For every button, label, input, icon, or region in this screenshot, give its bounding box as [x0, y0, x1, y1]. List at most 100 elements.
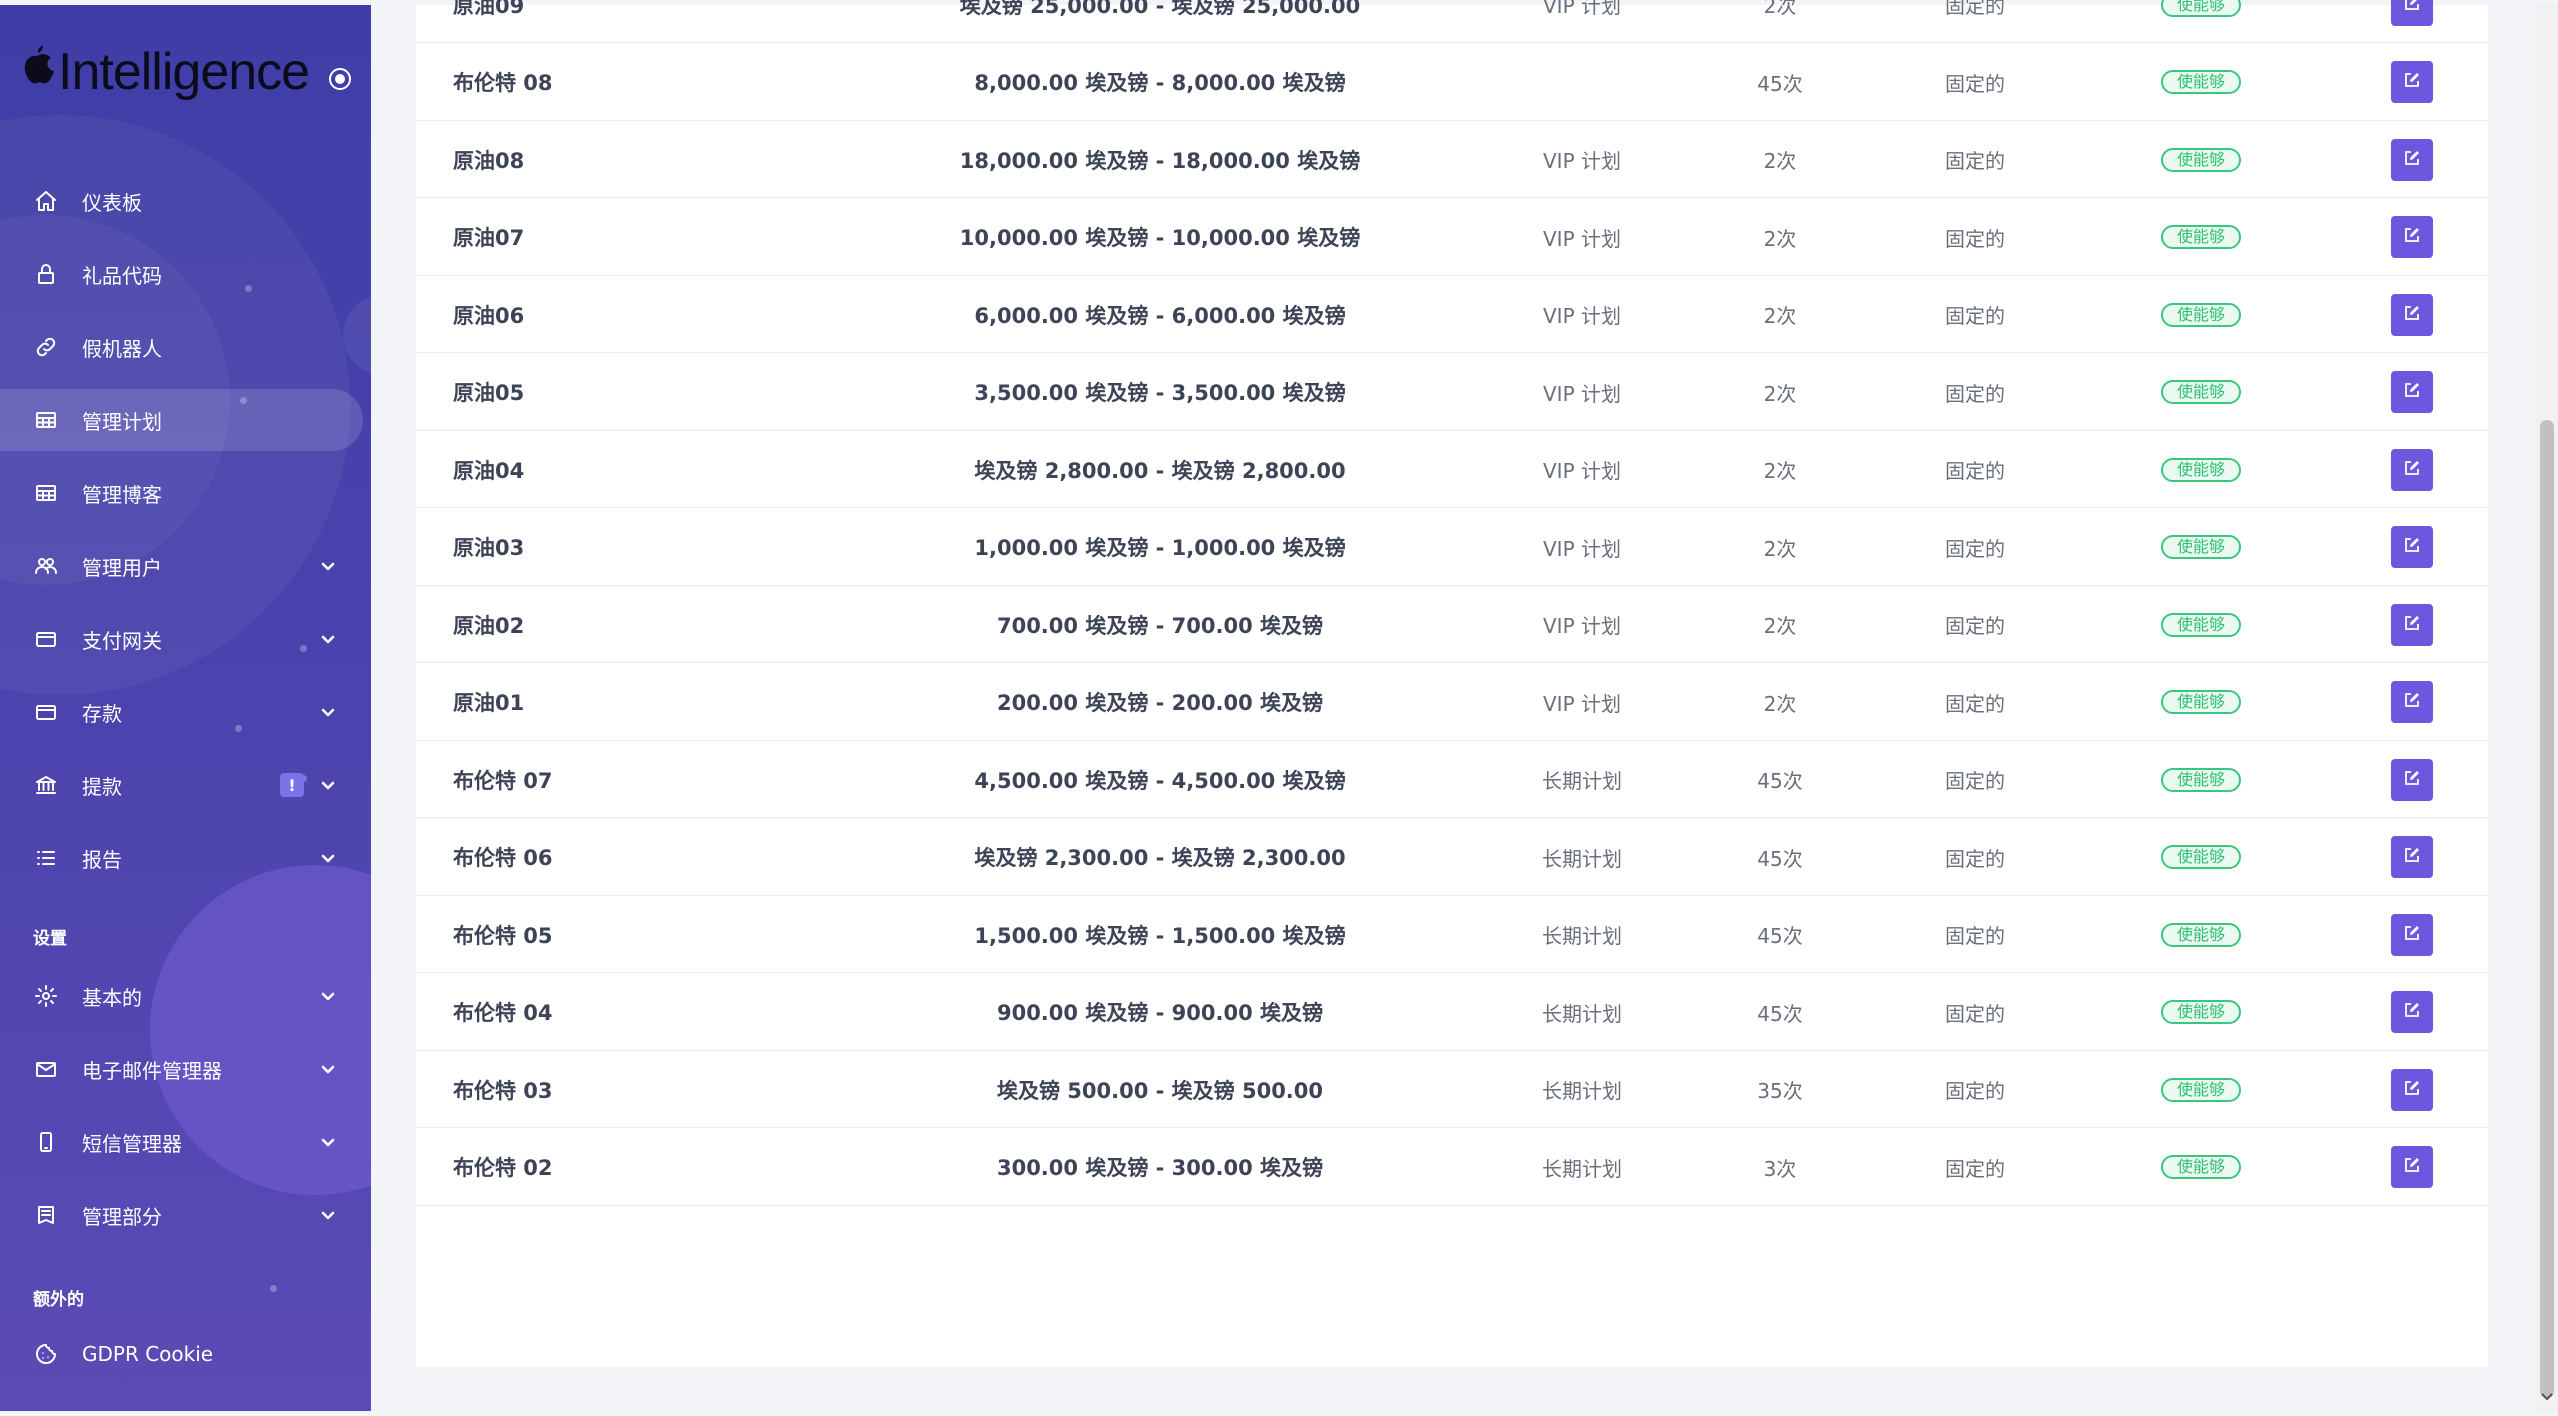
sidebar-item-label: 提款 — [82, 774, 122, 799]
edit-plan-button[interactable] — [2391, 371, 2433, 413]
extra-heading: 额外的 — [33, 1290, 84, 1310]
action-cell — [2391, 354, 2433, 431]
action-cell — [2391, 819, 2433, 896]
edit-plan-button[interactable] — [2391, 448, 2433, 491]
status-badge: 使能够 — [2160, 922, 2242, 947]
sidebar-settings_items-0[interactable]: 基本的 — [0, 965, 363, 1027]
sidebar-item-label: 管理博客 — [82, 482, 162, 507]
plan-type: VIP 计划 — [1543, 226, 1621, 251]
brand-logo[interactable]: Intelligence — [16, 37, 352, 107]
edit-plan-button[interactable] — [2391, 216, 2433, 258]
status-badge: 使能够 — [2160, 1000, 2242, 1024]
status-badge: 使能够 — [2160, 612, 2242, 637]
status-badge: 使能够 — [2160, 845, 2242, 869]
edit-plan-button[interactable] — [2391, 681, 2433, 723]
edit-plan-button[interactable] — [2391, 61, 2433, 103]
edit-plan-button[interactable] — [2391, 0, 2433, 26]
sidebar-settings_items-3[interactable]: 管理部分 — [0, 1184, 363, 1246]
status-badge: 使能够 — [2160, 225, 2242, 249]
sidebar-items-2[interactable]: 假机器人 — [0, 316, 363, 378]
scrollbar-thumb[interactable] — [2540, 420, 2554, 1398]
plan-name: 布伦特 04 — [453, 1001, 553, 1025]
chevron-down-icon[interactable] — [317, 1204, 339, 1226]
edit-plan-button[interactable] — [2391, 293, 2433, 336]
plan-type: 长期计划 — [1542, 846, 1622, 871]
plan-interest-mode: 固定的 — [1945, 1001, 2005, 1026]
chevron-down-icon[interactable] — [317, 847, 339, 869]
plan-type: VIP 计划 — [1543, 614, 1621, 638]
edit-plan-button[interactable] — [2391, 1146, 2433, 1188]
plan-return-times: 3次 — [1763, 1156, 1797, 1181]
sidebar-settings_items-2[interactable]: 短信管理器 — [0, 1111, 363, 1173]
status-cell: 使能够 — [2160, 586, 2242, 663]
sidebar-toggle-icon[interactable] — [329, 68, 352, 90]
plan-price-range: 埃及镑 2,800.00 - 埃及镑 2,800.00 — [974, 458, 1346, 483]
chevron-down-icon[interactable] — [317, 701, 339, 723]
plan-return-times: 35次 — [1757, 1079, 1803, 1103]
table-row: 原油09 埃及镑 25,000.00 - 埃及镑 25,000.00 VIP 计划 2… — [416, 0, 2488, 43]
plan-type: VIP 计划 — [1543, 304, 1621, 328]
plan-interest-mode: 固定的 — [1945, 769, 2005, 793]
plan-name: 布伦特 05 — [453, 923, 553, 948]
status-cell: 使能够 — [2160, 354, 2242, 431]
plan-return-times: 2次 — [1763, 304, 1797, 328]
edit-plan-button[interactable] — [2391, 603, 2433, 646]
chevron-down-icon[interactable] — [317, 1131, 339, 1153]
plans-table-card: 原油09 埃及镑 25,000.00 - 埃及镑 25,000.00 VIP 计划 2… — [416, 0, 2488, 1367]
action-cell — [2391, 741, 2433, 818]
scroll-down-icon[interactable] — [2540, 1390, 2554, 1404]
chevron-down-icon[interactable] — [317, 628, 339, 650]
sidebar-items-9[interactable]: 报告 — [0, 827, 363, 889]
sidebar-item-label: 存款 — [82, 701, 122, 726]
plan-price-range: 埃及镑 2,300.00 - 埃及镑 2,300.00 — [974, 846, 1346, 870]
status-cell: 使能够 — [2160, 199, 2242, 276]
credit-card-icon — [33, 699, 59, 725]
edit-icon — [2402, 458, 2422, 482]
plan-return-times: 45次 — [1757, 1001, 1803, 1026]
plan-name: 原油04 — [453, 458, 525, 483]
sidebar-items-8[interactable]: 提款! — [0, 754, 363, 816]
mobile-icon — [33, 1129, 59, 1155]
edit-plan-button[interactable] — [2391, 836, 2433, 878]
plan-type: VIP 计划 — [1543, 459, 1621, 483]
sidebar-items-7[interactable]: 存款 — [0, 681, 363, 743]
sidebar-items-3[interactable]: 管理计划 — [0, 389, 363, 451]
sidebar: Intelligence 仪表板礼品代码假机器人管理计划管理博客管理用户支付网关… — [0, 5, 371, 1411]
edit-plan-button[interactable] — [2391, 1068, 2433, 1111]
edit-plan-button[interactable] — [2391, 758, 2433, 801]
sidebar-items-4[interactable]: 管理博客 — [0, 462, 363, 524]
sidebar-extra_items-0[interactable]: GDPR Cookie — [0, 1323, 363, 1385]
plan-name: 原油05 — [453, 381, 525, 405]
table-row: 原油07 10,000.00 埃及镑 - 10,000.00 埃及镑 VIP 计划 2… — [416, 199, 2488, 276]
plan-type: VIP 计划 — [1543, 149, 1621, 173]
chevron-down-icon[interactable] — [317, 1058, 339, 1080]
status-badge: 使能够 — [2160, 302, 2242, 327]
sidebar-items-6[interactable]: 支付网关 — [0, 608, 363, 670]
sidebar-decoration — [270, 1285, 277, 1292]
sidebar-items-0[interactable]: 仪表板 — [0, 170, 363, 232]
table-icon — [33, 407, 59, 433]
edit-plan-button[interactable] — [2391, 913, 2433, 956]
action-cell — [2391, 0, 2433, 43]
plan-type: 长期计划 — [1542, 924, 1622, 948]
edit-plan-button[interactable] — [2391, 138, 2433, 181]
plan-interest-mode: 固定的 — [1945, 459, 2005, 483]
table-row: 布伦特 04 900.00 埃及镑 - 900.00 埃及镑 长期计划 45次 固定的 使… — [416, 974, 2488, 1051]
sidebar-items-1[interactable]: 礼品代码 — [0, 243, 363, 305]
plan-interest-mode: 固定的 — [1945, 614, 2005, 638]
sidebar-settings_items-1[interactable]: 电子邮件管理器 — [0, 1038, 363, 1100]
chevron-down-icon[interactable] — [317, 774, 339, 796]
table-row: 原油08 18,000.00 埃及镑 - 18,000.00 埃及镑 VIP 计划 2… — [416, 121, 2488, 198]
sidebar-items-5[interactable]: 管理用户 — [0, 535, 363, 597]
plan-return-times: 45次 — [1757, 924, 1803, 948]
plan-name: 原油08 — [453, 148, 525, 173]
plan-name: 原油03 — [453, 536, 525, 560]
edit-plan-button[interactable] — [2391, 991, 2433, 1033]
sidebar-item-label: 报告 — [82, 847, 122, 872]
chevron-down-icon[interactable] — [317, 555, 339, 577]
plan-type: VIP 计划 — [1543, 381, 1621, 406]
plan-interest-mode: 固定的 — [1945, 846, 2005, 871]
status-cell: 使能够 — [2160, 431, 2242, 508]
chevron-down-icon[interactable] — [317, 985, 339, 1007]
edit-plan-button[interactable] — [2391, 526, 2433, 568]
